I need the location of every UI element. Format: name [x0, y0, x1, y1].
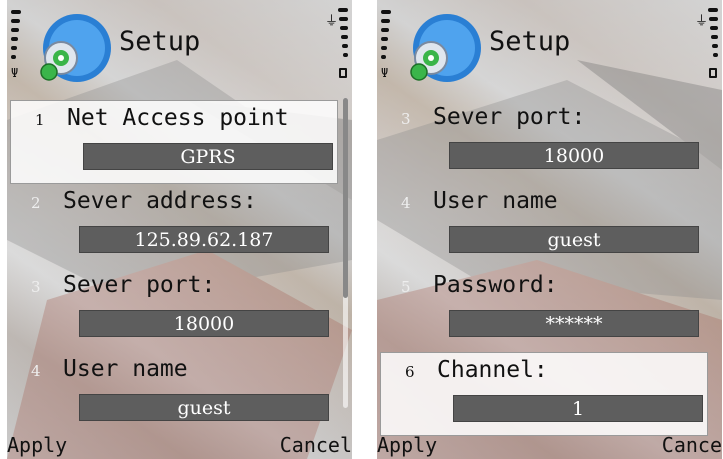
item-value-field[interactable]: 1	[453, 395, 703, 422]
page-title: Setup	[489, 26, 571, 57]
item-number: 3	[31, 278, 41, 296]
cancel-softkey[interactable]: Cance	[662, 433, 722, 457]
cancel-softkey[interactable]: Cancel	[280, 433, 352, 457]
list-item[interactable]: 6 Channel: 1	[380, 352, 708, 436]
header: Ψ Setup ⏚	[7, 0, 352, 92]
item-number: 1	[35, 111, 45, 129]
antenna-icon: Ψ	[381, 66, 389, 80]
list-item[interactable]: 2 Sever address: 125.89.62.187	[7, 184, 352, 268]
settings-list: 3 Sever port: 18000 4 User name guest 5 …	[377, 100, 722, 436]
item-value-field[interactable]: 18000	[79, 310, 329, 337]
item-label: Net Access point	[67, 105, 289, 131]
phone-screen-1: Ψ Setup ⏚ 1 Net Access point GPRS 2 Seve…	[7, 0, 352, 459]
item-value-field[interactable]: guest	[449, 226, 699, 253]
item-value-field[interactable]: 125.89.62.187	[79, 226, 329, 253]
item-label: User name	[63, 356, 188, 382]
list-item[interactable]: 4 User name guest	[7, 352, 352, 436]
item-number: 3	[401, 110, 411, 128]
list-item[interactable]: 4 User name guest	[377, 184, 722, 268]
item-label: User name	[433, 188, 558, 214]
list-item[interactable]: 1 Net Access point GPRS	[10, 100, 338, 184]
list-item[interactable]: 3 Sever port: 18000	[377, 100, 722, 184]
item-label: Sever port:	[63, 272, 216, 298]
lock-icon	[339, 68, 347, 78]
signal-strength-icon	[381, 10, 397, 70]
scrollbar[interactable]	[343, 98, 348, 408]
phone-screen-2: Ψ Setup ⏚ 3 Sever port: 18000 4 User nam…	[377, 0, 722, 459]
item-number: 2	[31, 194, 41, 212]
globe-disc-icon	[40, 14, 111, 82]
signal-strength-icon	[11, 10, 27, 70]
item-label: Sever port:	[433, 104, 586, 130]
header: Ψ Setup ⏚	[377, 0, 722, 92]
item-number: 4	[401, 194, 411, 212]
list-item[interactable]: 5 Password: ******	[377, 268, 722, 352]
settings-list: 1 Net Access point GPRS 2 Sever address:…	[7, 100, 352, 436]
item-label: Password:	[433, 272, 558, 298]
item-value-field[interactable]: GPRS	[83, 143, 333, 170]
item-number: 6	[405, 363, 415, 381]
list-item[interactable]: 3 Sever port: 18000	[7, 268, 352, 352]
battery-icon	[334, 8, 348, 72]
item-value-field[interactable]: guest	[79, 394, 329, 421]
lock-icon	[709, 68, 717, 78]
globe-disc-icon	[410, 14, 481, 82]
item-label: Sever address:	[63, 188, 257, 214]
item-value-field[interactable]: ******	[449, 310, 699, 337]
apply-softkey[interactable]: Apply	[377, 433, 437, 457]
scrollbar-thumb[interactable]	[343, 98, 348, 298]
item-label: Channel:	[437, 357, 548, 383]
antenna-icon: Ψ	[11, 66, 19, 80]
apply-softkey[interactable]: Apply	[7, 433, 67, 457]
item-value-field[interactable]: 18000	[449, 142, 699, 169]
page-title: Setup	[119, 26, 201, 57]
battery-icon	[704, 8, 718, 72]
item-number: 4	[31, 362, 41, 380]
item-number: 5	[401, 278, 411, 296]
